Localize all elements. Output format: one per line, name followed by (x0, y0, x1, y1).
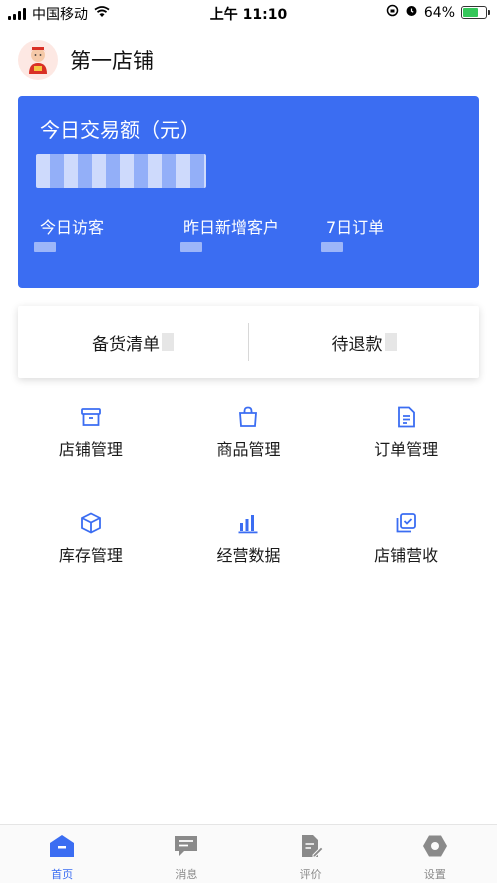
stat-today-visitors-label: 今日访客 (40, 218, 105, 237)
tab-messages-label: 消息 (175, 868, 198, 881)
document-icon (393, 404, 419, 430)
stat-today-visitors-value-obscured (34, 242, 56, 252)
quick-panel: 备货清单 待退款 (18, 306, 479, 378)
menu-label: 店铺管理 (58, 440, 123, 459)
tab-home-label: 首页 (51, 868, 74, 881)
app-page: 中国移动 上午 11:10 64% 第一店铺 今日交易额（元） 今日访客 昨日新… (0, 0, 497, 883)
message-icon (173, 834, 199, 862)
menu-label: 订单管理 (374, 440, 439, 459)
feature-grid: 店铺管理 商品管理 订单管理 库存管理 经营数据 店铺营收 (12, 404, 485, 566)
store-icon (78, 404, 104, 430)
pending-refund-label: 待退款 (331, 334, 383, 355)
stock-list-button[interactable]: 备货清单 (18, 330, 248, 355)
box-icon (78, 510, 104, 536)
bag-icon (235, 404, 261, 430)
menu-inventory-management[interactable]: 库存管理 (12, 510, 170, 566)
status-bar: 中国移动 上午 11:10 64% (0, 0, 497, 26)
revenue-icon (393, 510, 419, 536)
pending-refund-button[interactable]: 待退款 (249, 330, 479, 355)
shop-name: 第一店铺 (70, 49, 154, 73)
bar-chart-icon (235, 510, 261, 536)
tab-messages[interactable]: 消息 (124, 825, 248, 883)
menu-label: 商品管理 (216, 440, 281, 459)
stat-new-customers-label: 昨日新增客户 (183, 218, 280, 237)
menu-order-management[interactable]: 订单管理 (327, 404, 485, 460)
menu-label: 经营数据 (216, 546, 281, 565)
menu-product-management[interactable]: 商品管理 (170, 404, 328, 460)
tab-home[interactable]: 首页 (0, 825, 124, 883)
status-right: 64% (386, 4, 490, 21)
stock-list-label: 备货清单 (92, 334, 160, 355)
stock-list-count-obscured (162, 333, 174, 351)
rotation-lock-icon (386, 4, 399, 21)
menu-business-data[interactable]: 经营数据 (170, 510, 328, 566)
menu-store-revenue[interactable]: 店铺营收 (327, 510, 485, 566)
shop-avatar[interactable] (18, 40, 58, 80)
tab-settings[interactable]: 设置 (373, 825, 497, 883)
battery-icon (461, 6, 490, 19)
summary-card[interactable]: 今日交易额（元） 今日访客 昨日新增客户 7日订单 (18, 96, 479, 288)
tab-reviews[interactable]: 评价 (249, 825, 373, 883)
alarm-icon (405, 4, 418, 21)
tab-reviews-label: 评价 (299, 868, 322, 881)
stat-new-customers-value-obscured (180, 242, 202, 252)
menu-label: 库存管理 (58, 546, 123, 565)
today-revenue-title: 今日交易额（元） (40, 118, 200, 142)
shop-header: 第一店铺 (18, 40, 154, 80)
menu-store-management[interactable]: 店铺管理 (12, 404, 170, 460)
tab-settings-label: 设置 (423, 868, 446, 881)
review-icon (298, 834, 324, 862)
stat-7day-orders-value-obscured (321, 242, 343, 252)
pending-refund-count-obscured (384, 333, 397, 351)
battery-percent: 64% (423, 4, 455, 21)
stat-7day-orders-label: 7日订单 (326, 218, 385, 237)
home-icon (49, 834, 75, 862)
bottom-tab-bar: 首页 消息 评价 设置 (0, 824, 497, 883)
today-revenue-value-obscured (36, 154, 206, 188)
settings-icon (422, 834, 448, 862)
menu-label: 店铺营收 (374, 546, 439, 565)
